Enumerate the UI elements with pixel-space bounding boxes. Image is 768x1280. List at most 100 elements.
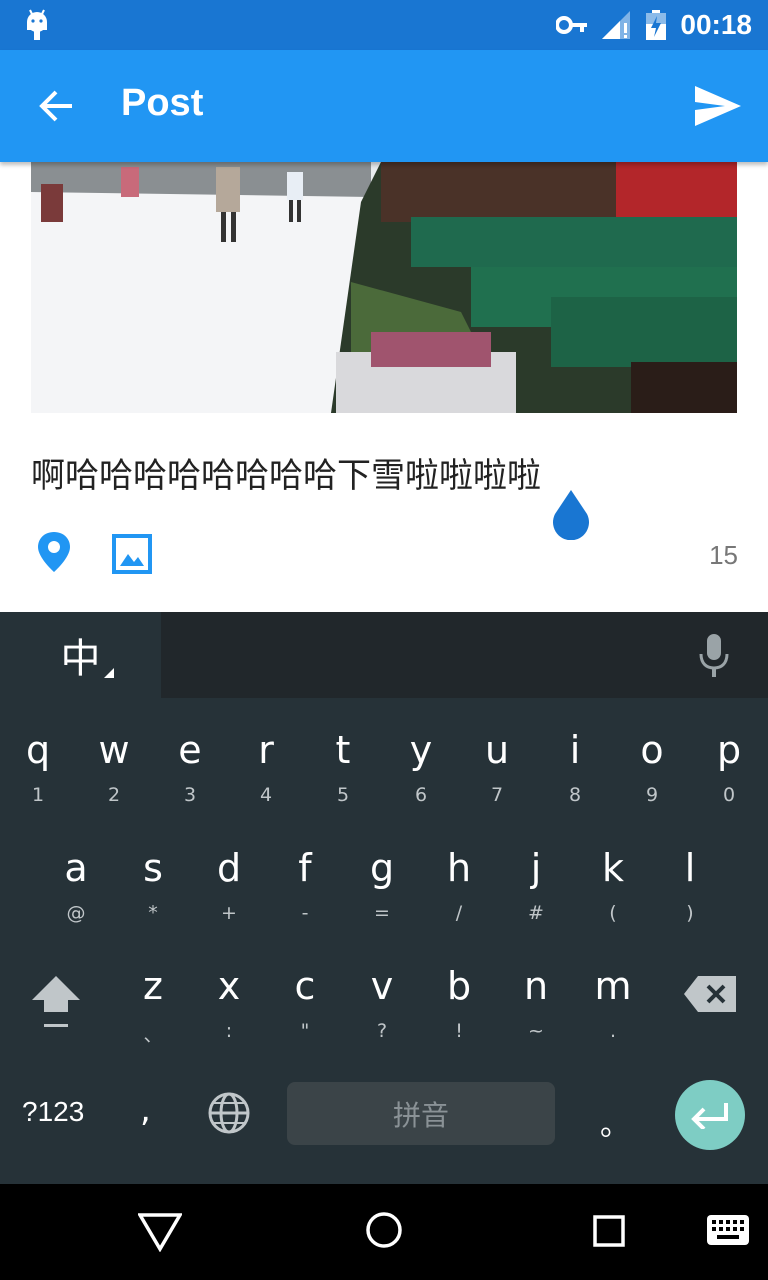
- key-sublabel: -: [301, 902, 309, 924]
- key-label: r: [258, 728, 274, 772]
- image-icon[interactable]: [110, 532, 154, 576]
- send-icon: [695, 86, 741, 126]
- key-n[interactable]: n ~: [498, 954, 574, 1064]
- key-r[interactable]: r4: [228, 718, 304, 828]
- status-bar: 00:18: [0, 0, 768, 50]
- key-j[interactable]: j #: [498, 836, 574, 946]
- key-label: k: [601, 846, 624, 890]
- back-button[interactable]: [30, 80, 82, 132]
- key-sublabel: 0: [722, 784, 736, 806]
- arrow-back-icon: [39, 90, 72, 122]
- key-b[interactable]: b!: [421, 954, 497, 1064]
- period-key[interactable]: 。: [600, 1100, 630, 1144]
- key-label: i: [569, 728, 581, 772]
- key-label: x: [217, 964, 241, 1008]
- key-sublabel: @: [66, 902, 86, 924]
- app-bar: Post: [0, 50, 768, 162]
- key-g[interactable]: g =: [344, 836, 420, 946]
- globe-icon[interactable]: [206, 1090, 252, 1136]
- signal-icon: [602, 11, 631, 39]
- key-label: f: [298, 846, 312, 890]
- keyboard-row-3: z、 x: c " v? b! n ~ m.: [0, 954, 768, 1064]
- key-k[interactable]: k(: [575, 836, 651, 946]
- text-cursor-handle[interactable]: [551, 490, 591, 540]
- key-c[interactable]: c ": [267, 954, 343, 1064]
- key-sublabel: ): [686, 902, 694, 924]
- key-y[interactable]: y6: [383, 718, 459, 828]
- key-sublabel: ?: [376, 1020, 388, 1042]
- language-key-label: 中: [60, 636, 101, 682]
- key-e[interactable]: e3: [152, 718, 228, 828]
- key-sublabel: +: [221, 902, 237, 924]
- battery-charging-icon: [646, 10, 667, 40]
- key-o[interactable]: o9: [614, 718, 690, 828]
- page-title: Post: [121, 82, 204, 124]
- key-f[interactable]: f-: [267, 836, 343, 946]
- key-s[interactable]: s *: [115, 836, 191, 946]
- keyboard-row-1: q1 w2 e3 r4 t5 y6 u7 i8 o9 p0: [0, 718, 768, 828]
- key-t[interactable]: t5: [305, 718, 381, 828]
- symbols-key[interactable]: ?123: [22, 1096, 84, 1128]
- key-label: c: [294, 964, 316, 1008]
- key-d[interactable]: d +: [191, 836, 267, 946]
- key-label: t: [335, 728, 351, 772]
- key-label: n: [523, 964, 549, 1008]
- key-x[interactable]: x:: [191, 954, 267, 1064]
- shift-key[interactable]: [26, 970, 86, 1034]
- key-label: u: [484, 728, 510, 772]
- key-label: o: [640, 728, 664, 772]
- enter-icon: [691, 1103, 728, 1129]
- key-sublabel: =: [374, 902, 390, 924]
- language-key-indicator: [104, 668, 114, 678]
- language-switch-key[interactable]: 中: [0, 612, 161, 698]
- key-sublabel: /: [455, 902, 463, 924]
- nav-back-icon[interactable]: [138, 1212, 182, 1252]
- key-sublabel: 5: [336, 784, 350, 806]
- key-label: l: [684, 846, 696, 890]
- backspace-icon[interactable]: [684, 974, 738, 1014]
- key-h[interactable]: h /: [421, 836, 497, 946]
- key-sublabel: #: [528, 902, 544, 924]
- keyboard-switch-icon[interactable]: [706, 1214, 750, 1246]
- key-v[interactable]: v?: [344, 954, 420, 1064]
- key-label: w: [98, 728, 130, 772]
- key-z[interactable]: z、: [115, 954, 191, 1064]
- comma-key[interactable]: ,: [140, 1090, 151, 1130]
- key-q[interactable]: q1: [0, 718, 76, 828]
- key-l[interactable]: l): [652, 836, 728, 946]
- space-key[interactable]: 拼音: [287, 1082, 555, 1145]
- key-sublabel: *: [148, 902, 158, 924]
- send-button[interactable]: [690, 78, 746, 134]
- microphone-icon[interactable]: [698, 634, 730, 678]
- key-label: e: [178, 728, 202, 772]
- snow-street-photo[interactable]: [31, 162, 737, 413]
- key-p[interactable]: p0: [691, 718, 767, 828]
- key-label: q: [25, 728, 51, 772]
- key-a[interactable]: a @: [38, 836, 114, 946]
- key-u[interactable]: u7: [459, 718, 535, 828]
- key-sublabel: 8: [568, 784, 582, 806]
- key-i[interactable]: i8: [537, 718, 613, 828]
- key-label: a: [64, 846, 88, 890]
- enter-key[interactable]: [675, 1080, 745, 1150]
- location-icon[interactable]: [34, 530, 74, 574]
- key-label: m: [594, 964, 632, 1008]
- key-w[interactable]: w2: [76, 718, 152, 828]
- soft-keyboard: 中 q1 w2 e3 r4 t5 y6 u7 i8 o9 p0 a @ s * d +…: [0, 612, 768, 1184]
- key-label: z: [143, 964, 163, 1008]
- key-sublabel: (: [609, 902, 617, 924]
- key-sublabel: 7: [490, 784, 504, 806]
- status-time: 00:18: [680, 9, 752, 40]
- nav-home-icon[interactable]: [364, 1210, 404, 1250]
- key-sublabel: 1: [31, 784, 45, 806]
- key-sublabel: 2: [107, 784, 121, 806]
- key-sublabel: ~: [528, 1020, 544, 1042]
- space-key-label: 拼音: [392, 1098, 449, 1132]
- post-text-input[interactable]: 啊哈哈哈哈哈哈哈哈下雪啦啦啦啦: [31, 448, 541, 497]
- key-sublabel: 3: [183, 784, 197, 806]
- key-sublabel: .: [609, 1020, 617, 1042]
- key-icon: [556, 16, 588, 34]
- nav-recent-apps-icon[interactable]: [592, 1214, 626, 1248]
- key-m[interactable]: m.: [575, 954, 651, 1064]
- key-label: v: [370, 964, 394, 1008]
